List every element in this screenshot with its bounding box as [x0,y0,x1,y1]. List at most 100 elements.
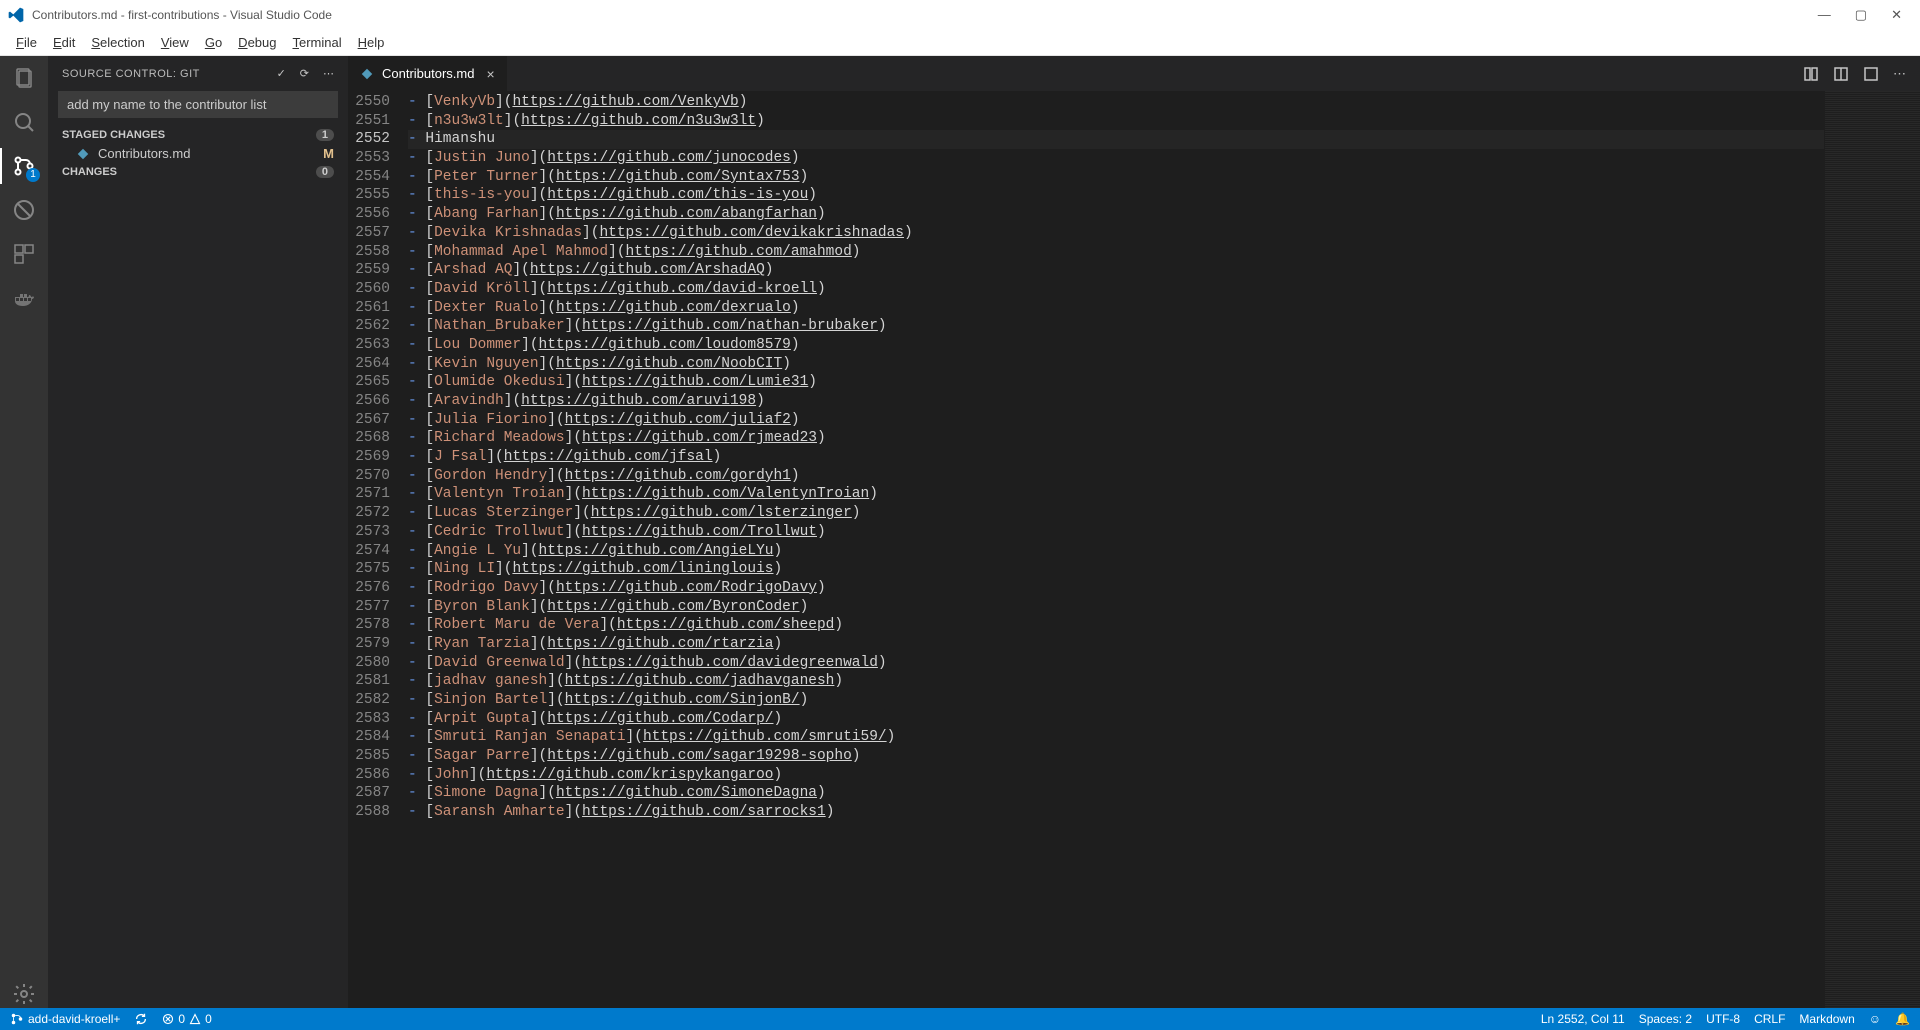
editor-more-icon[interactable]: ⋯ [1893,66,1906,82]
code-line[interactable]: - [Saransh Amharte](https://github.com/s… [408,803,1824,822]
scm-header: SOURCE CONTROL: GIT ✓ ⟳ ⋯ [48,56,348,91]
code-line[interactable]: - [Dexter Rualo](https://github.com/dexr… [408,299,1824,318]
code-line[interactable]: - [Devika Krishnadas](https://github.com… [408,224,1824,243]
menu-file[interactable]: File [8,33,45,52]
tab-contributors[interactable]: Contributors.md × [348,56,508,91]
commit-message-input[interactable] [58,91,338,118]
staged-file-row[interactable]: Contributors.md M [48,144,348,163]
debug-icon[interactable] [10,196,38,224]
extensions-icon[interactable] [10,240,38,268]
code-line[interactable]: - [Arshad AQ](https://github.com/ArshadA… [408,261,1824,280]
activity-bar: 1 [0,56,48,1008]
status-problems[interactable]: 0 0 [162,1012,211,1026]
code-line[interactable]: - [Sinjon Bartel](https://github.com/Sin… [408,691,1824,710]
settings-gear-icon[interactable] [10,980,38,1008]
line-number: 2570 [348,467,390,486]
status-encoding[interactable]: UTF-8 [1706,1012,1740,1026]
code-line[interactable]: - [Justin Juno](https://github.com/junoc… [408,149,1824,168]
status-bell-icon[interactable]: 🔔 [1895,1012,1910,1026]
code-line[interactable]: - [n3u3w3lt](https://github.com/n3u3w3lt… [408,112,1824,131]
line-number: 2560 [348,280,390,299]
code-line[interactable]: - Himanshu [408,130,1824,149]
code-line[interactable]: - [Richard Meadows](https://github.com/r… [408,429,1824,448]
code-line[interactable]: - [Aravindh](https://github.com/aruvi198… [408,392,1824,411]
sidebar-scm: SOURCE CONTROL: GIT ✓ ⟳ ⋯ STAGED CHANGES… [48,56,348,1008]
code-line[interactable]: - [Mohammad Apel Mahmod](https://github.… [408,243,1824,262]
staged-changes-header[interactable]: STAGED CHANGES 1 [48,126,348,144]
editor-body[interactable]: 2550255125522553255425552556255725582559… [348,91,1920,1008]
code-line[interactable]: - [Olumide Okedusi](https://github.com/L… [408,373,1824,392]
line-number: 2575 [348,560,390,579]
split-editor-icon[interactable] [1833,66,1849,82]
menu-debug[interactable]: Debug [230,33,284,52]
staged-file-name: Contributors.md [98,146,323,161]
code-line[interactable]: - [Lucas Sterzinger](https://github.com/… [408,504,1824,523]
minimize-icon[interactable]: — [1818,7,1831,23]
line-number: 2583 [348,710,390,729]
code-line[interactable]: - [Robert Maru de Vera](https://github.c… [408,616,1824,635]
refresh-icon[interactable]: ⟳ [300,67,309,80]
code-line[interactable]: - [Smruti Ranjan Senapati](https://githu… [408,728,1824,747]
code-content[interactable]: - [VenkyVb](https://github.com/VenkyVb)-… [408,91,1824,1008]
code-line[interactable]: - [Rodrigo Davy](https://github.com/Rodr… [408,579,1824,598]
code-line[interactable]: - [John](https://github.com/krispykangar… [408,766,1824,785]
code-line[interactable]: - [David Kröll](https://github.com/david… [408,280,1824,299]
tab-label: Contributors.md [382,66,474,81]
code-line[interactable]: - [J Fsal](https://github.com/jfsal) [408,448,1824,467]
compare-icon[interactable] [1803,66,1819,82]
menu-edit[interactable]: Edit [45,33,83,52]
menu-view[interactable]: View [153,33,197,52]
status-branch[interactable]: add-david-kroell+ [10,1012,120,1026]
menu-selection[interactable]: Selection [83,33,152,52]
changes-count-badge: 0 [316,166,334,178]
code-line[interactable]: - [Ning LI](https://github.com/lininglou… [408,560,1824,579]
code-line[interactable]: - [VenkyVb](https://github.com/VenkyVb) [408,93,1824,112]
code-line[interactable]: - [Cedric Trollwut](https://github.com/T… [408,523,1824,542]
code-line[interactable]: - [Abang Farhan](https://github.com/aban… [408,205,1824,224]
code-line[interactable]: - [Arpit Gupta](https://github.com/Codar… [408,710,1824,729]
code-line[interactable]: - [Byron Blank](https://github.com/Byron… [408,598,1824,617]
line-number: 2577 [348,598,390,617]
status-eol[interactable]: CRLF [1754,1012,1785,1026]
line-number: 2563 [348,336,390,355]
minimap[interactable] [1824,91,1920,1008]
menu-terminal[interactable]: Terminal [284,33,349,52]
code-line[interactable]: - [Lou Dommer](https://github.com/loudom… [408,336,1824,355]
more-icon[interactable]: ⋯ [323,67,334,80]
code-line[interactable]: - [Julia Fiorino](https://github.com/jul… [408,411,1824,430]
code-line[interactable]: - [Kevin Nguyen](https://github.com/Noob… [408,355,1824,374]
status-lncol[interactable]: Ln 2552, Col 11 [1541,1012,1625,1026]
code-line[interactable]: - [Peter Turner](https://github.com/Synt… [408,168,1824,187]
explorer-icon[interactable] [10,64,38,92]
tab-close-icon[interactable]: × [486,66,494,82]
line-number: 2551 [348,112,390,131]
close-window-icon[interactable]: ✕ [1891,7,1902,23]
source-control-icon[interactable]: 1 [10,152,38,180]
code-line[interactable]: - [Angie L Yu](https://github.com/AngieL… [408,542,1824,561]
docker-icon[interactable] [10,284,38,312]
status-spaces[interactable]: Spaces: 2 [1639,1012,1692,1026]
changes-header[interactable]: CHANGES 0 [48,163,348,181]
menu-help[interactable]: Help [350,33,393,52]
code-line[interactable]: - [Gordon Hendry](https://github.com/gor… [408,467,1824,486]
code-line[interactable]: - [Valentyn Troian](https://github.com/V… [408,485,1824,504]
status-language[interactable]: Markdown [1799,1012,1854,1026]
code-line[interactable]: - [Nathan_Brubaker](https://github.com/n… [408,317,1824,336]
maximize-icon[interactable]: ▢ [1855,7,1867,23]
code-line[interactable]: - [Ryan Tarzia](https://github.com/rtarz… [408,635,1824,654]
code-line[interactable]: - [this-is-you](https://github.com/this-… [408,186,1824,205]
line-number: 2569 [348,448,390,467]
code-line[interactable]: - [Simone Dagna](https://github.com/Simo… [408,784,1824,803]
commit-check-icon[interactable]: ✓ [277,67,286,80]
open-preview-icon[interactable] [1863,66,1879,82]
line-number: 2568 [348,429,390,448]
menu-go[interactable]: Go [197,33,230,52]
status-feedback-icon[interactable]: ☺ [1869,1012,1881,1026]
code-line[interactable]: - [jadhav ganesh](https://github.com/jad… [408,672,1824,691]
editor-area: Contributors.md × ⋯ 25502551255225532554… [348,56,1920,1008]
code-line[interactable]: - [David Greenwald](https://github.com/d… [408,654,1824,673]
line-number: 2571 [348,485,390,504]
code-line[interactable]: - [Sagar Parre](https://github.com/sagar… [408,747,1824,766]
search-icon[interactable] [10,108,38,136]
status-sync[interactable] [134,1012,148,1026]
